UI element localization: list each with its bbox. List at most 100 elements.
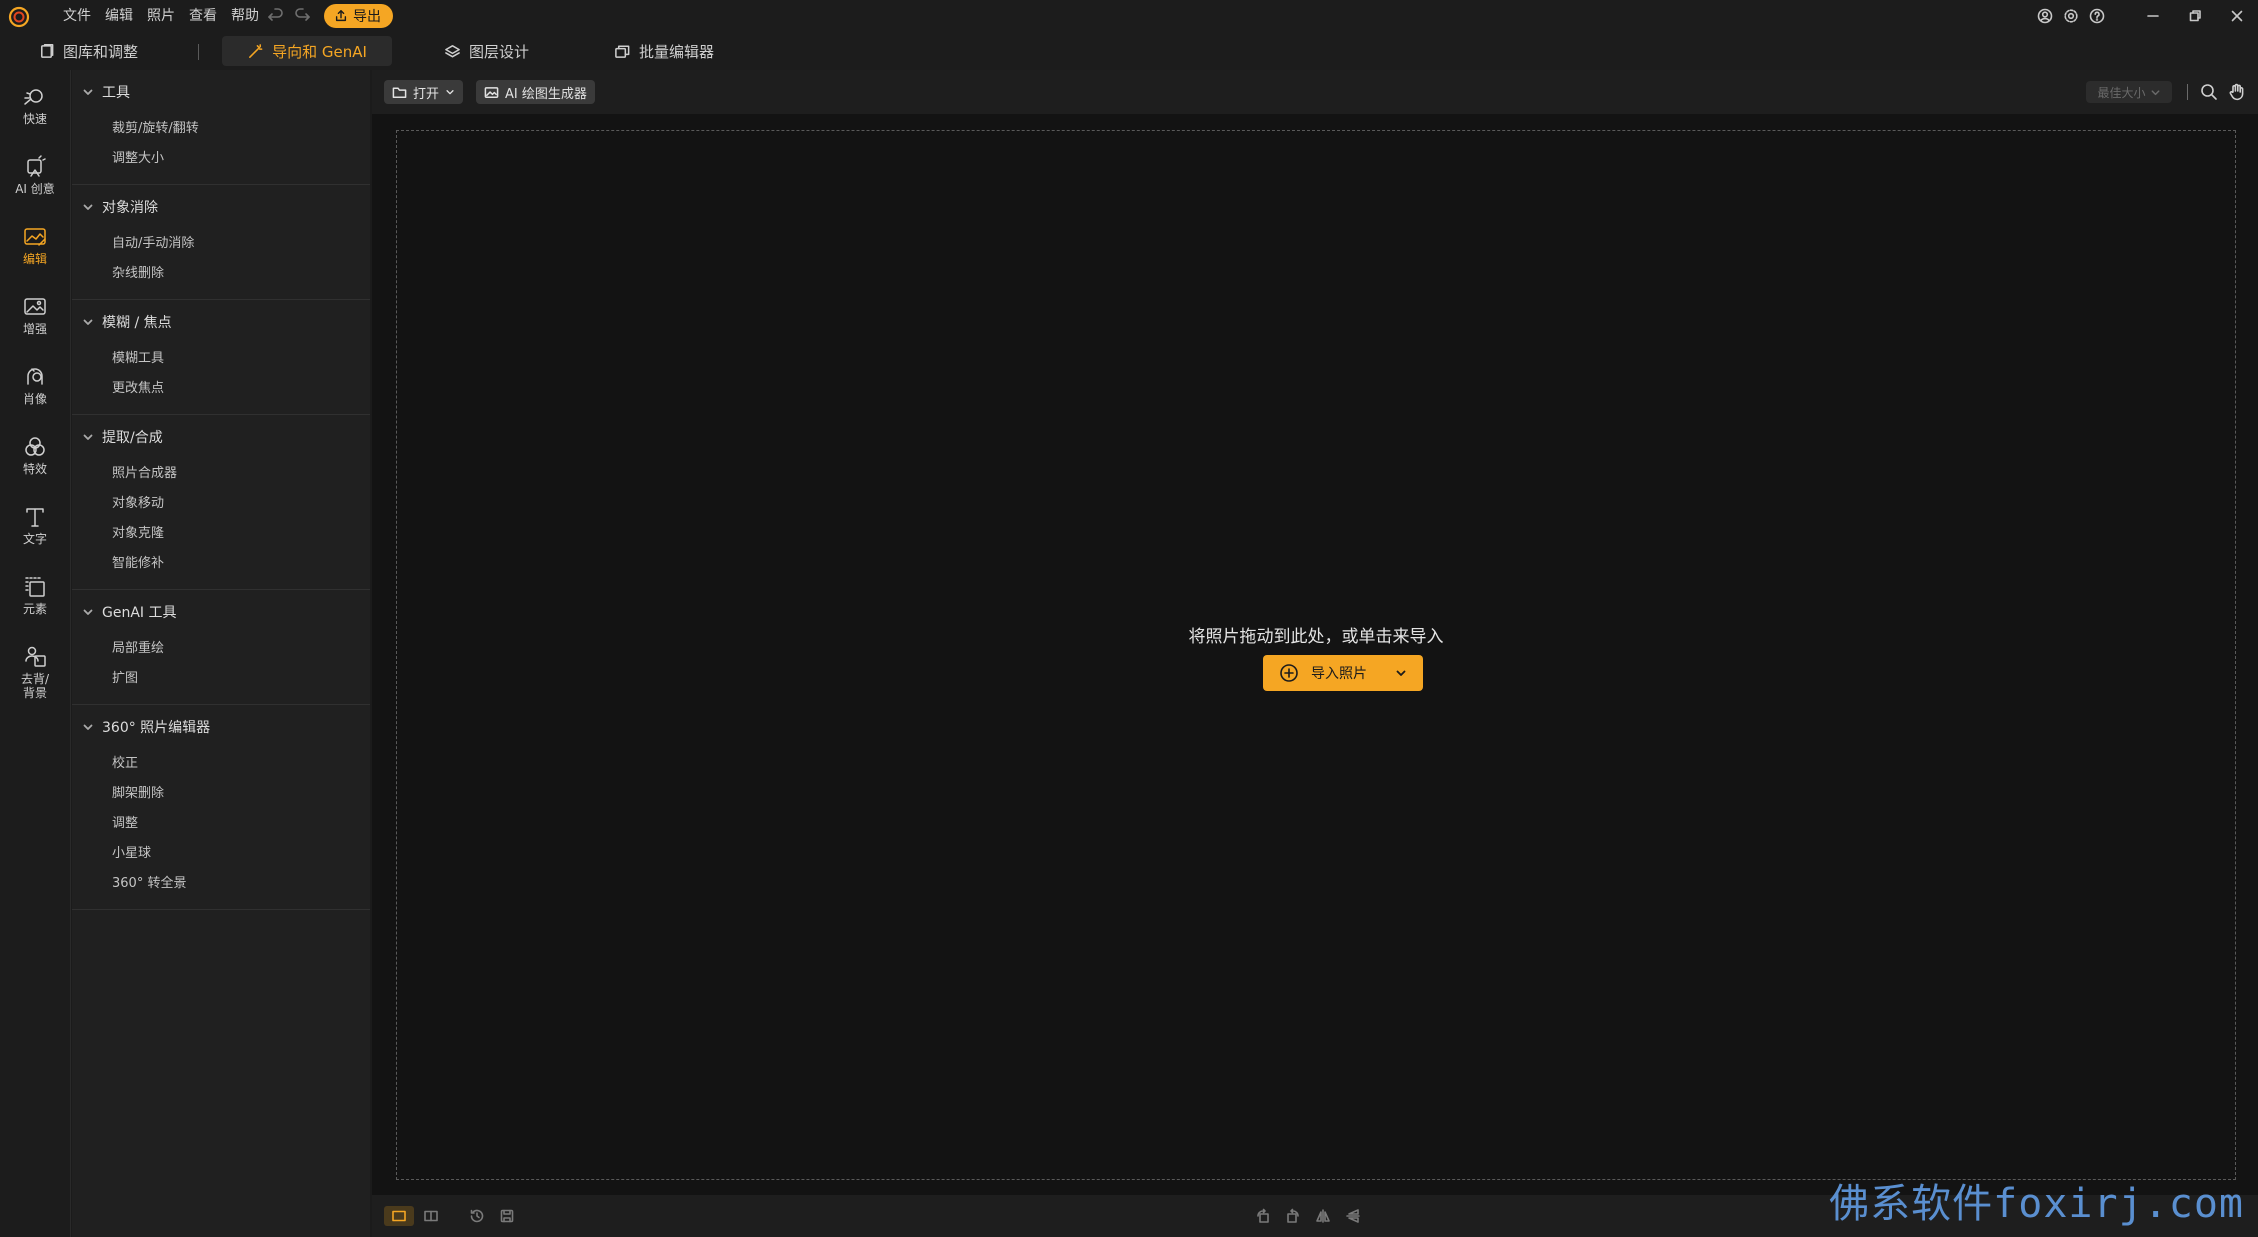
- tool-item[interactable]: 调整: [72, 809, 370, 839]
- snapshot-icon: [500, 1209, 514, 1223]
- account-button[interactable]: [2032, 0, 2058, 32]
- history-button[interactable]: [466, 1206, 488, 1226]
- flip-vertical-button[interactable]: [1342, 1206, 1364, 1226]
- compare-view-button[interactable]: [416, 1206, 446, 1226]
- tool-item[interactable]: 小星球: [72, 839, 370, 869]
- rail-item-ai-creative[interactable]: AI 创意: [0, 154, 70, 196]
- export-button[interactable]: 导出: [324, 4, 393, 28]
- edit-photo-icon: [24, 228, 46, 246]
- section-title: GenAI 工具: [102, 605, 177, 621]
- hand-pan-icon[interactable]: [2228, 83, 2246, 101]
- rotate-left-button[interactable]: [1252, 1206, 1274, 1226]
- tab-library[interactable]: 图库和调整: [38, 36, 138, 66]
- tool-item[interactable]: 局部重绘: [72, 634, 370, 664]
- restore-icon: [2189, 10, 2201, 22]
- tab-batch-label: 批量编辑器: [639, 42, 715, 61]
- rail-label: 元素: [22, 602, 47, 616]
- section-title: 360° 照片编辑器: [102, 720, 211, 736]
- section-header[interactable]: 模糊 / 焦点: [72, 300, 370, 344]
- tab-guided-genai[interactable]: 导向和 GenAI: [222, 36, 392, 66]
- tool-item[interactable]: 对象移动: [72, 489, 370, 519]
- rail-item-portrait[interactable]: 肖像: [0, 364, 70, 406]
- redo-icon[interactable]: [292, 6, 312, 26]
- section-title: 模糊 / 焦点: [102, 315, 172, 331]
- rail-label: 编辑: [22, 252, 47, 266]
- zoom-fit-select[interactable]: 最佳大小: [2086, 81, 2172, 103]
- left-icon-rail: 快速 AI 创意 编辑 增强 肖像 特效 文字 元素 去背/背景: [0, 70, 71, 1237]
- tab-library-label: 图库和调整: [63, 42, 139, 61]
- rail-item-quick[interactable]: 快速: [0, 84, 70, 126]
- tool-item[interactable]: 裁剪/旋转/翻转: [72, 114, 370, 144]
- chevron-down-icon: [83, 204, 93, 210]
- remove-background-icon: [25, 646, 46, 667]
- flip-horizontal-button[interactable]: [1312, 1206, 1334, 1226]
- tool-item[interactable]: 照片合成器: [72, 459, 370, 489]
- undo-icon[interactable]: [266, 6, 286, 26]
- compare-view-icon: [424, 1210, 438, 1222]
- menu-help[interactable]: 帮助: [224, 0, 266, 32]
- layers-icon: [445, 44, 460, 57]
- rotate-right-button[interactable]: [1282, 1206, 1304, 1226]
- menu-file[interactable]: 文件: [56, 0, 98, 32]
- import-photos-button[interactable]: 导入照片: [1263, 655, 1423, 691]
- drop-hint-text: 将照片拖动到此处，或单击来导入: [1188, 627, 1444, 647]
- tab-layers[interactable]: 图层设计: [444, 36, 529, 66]
- rotate-right-icon: [1287, 1208, 1299, 1223]
- section-header[interactable]: GenAI 工具: [72, 590, 370, 634]
- rail-item-enhance[interactable]: 增强: [0, 294, 70, 336]
- plus-circle-icon: [1280, 664, 1298, 682]
- ai-image-generator-button[interactable]: AI 绘图生成器: [476, 80, 595, 104]
- section-header[interactable]: 提取/合成: [72, 415, 370, 459]
- tab-batch-editor[interactable]: 批量编辑器: [614, 36, 714, 66]
- section-header[interactable]: 360° 照片编辑器: [72, 705, 370, 749]
- ai-image-icon: [484, 86, 499, 98]
- chevron-down-icon: [83, 609, 93, 615]
- close-icon: [2231, 10, 2243, 22]
- window-controls: [2032, 0, 2258, 32]
- chevron-down-icon: [2151, 89, 2159, 95]
- section-title: 工具: [102, 85, 130, 101]
- panel-section-extract-compose: 提取/合成 照片合成器 对象移动 对象克隆 智能修补: [72, 415, 370, 590]
- tool-item[interactable]: 脚架删除: [72, 779, 370, 809]
- tool-item[interactable]: 调整大小: [72, 144, 370, 174]
- tool-item[interactable]: 校正: [72, 749, 370, 779]
- tool-item[interactable]: 360° 转全景: [72, 869, 370, 899]
- menu-photo[interactable]: 照片: [140, 0, 182, 32]
- chevron-down-icon[interactable]: [1395, 667, 1407, 679]
- tool-item[interactable]: 更改焦点: [72, 374, 370, 404]
- single-view-button[interactable]: [384, 1206, 414, 1226]
- enhance-icon: [24, 298, 46, 315]
- menu-view[interactable]: 查看: [182, 0, 224, 32]
- menu-edit[interactable]: 编辑: [98, 0, 140, 32]
- chevron-down-icon: [83, 724, 93, 730]
- section-header[interactable]: 对象消除: [72, 185, 370, 229]
- rail-item-effects[interactable]: 特效: [0, 434, 70, 476]
- rail-item-elements[interactable]: 元素: [0, 574, 70, 616]
- app-logo-icon: [8, 6, 30, 28]
- tool-item[interactable]: 杂线删除: [72, 259, 370, 289]
- tool-item[interactable]: 模糊工具: [72, 344, 370, 374]
- rail-item-remove-background[interactable]: 去背/背景: [0, 644, 70, 700]
- magnifier-icon[interactable]: [2200, 83, 2218, 101]
- tool-item[interactable]: 扩图: [72, 664, 370, 694]
- snapshot-button[interactable]: [496, 1206, 518, 1226]
- tool-item[interactable]: 自动/手动消除: [72, 229, 370, 259]
- section-title: 对象消除: [102, 200, 158, 216]
- panel-section-360-editor: 360° 照片编辑器 校正 脚架删除 调整 小星球 360° 转全景: [72, 705, 370, 910]
- chevron-down-icon: [446, 90, 454, 95]
- single-view-icon: [392, 1210, 406, 1222]
- photo-drop-zone[interactable]: 将照片拖动到此处，或单击来导入 导入照片: [396, 130, 2236, 1180]
- settings-button[interactable]: [2058, 0, 2084, 32]
- rail-item-text[interactable]: 文字: [0, 504, 70, 546]
- open-button[interactable]: 打开: [384, 80, 464, 104]
- effects-icon: [25, 437, 45, 456]
- restore-button[interactable]: [2174, 0, 2216, 32]
- tool-item[interactable]: 智能修补: [72, 549, 370, 579]
- section-header[interactable]: 工具: [72, 70, 370, 114]
- help-button[interactable]: [2084, 0, 2110, 32]
- rail-item-edit[interactable]: 编辑: [0, 224, 70, 266]
- close-button[interactable]: [2216, 0, 2258, 32]
- minimize-button[interactable]: [2132, 0, 2174, 32]
- tool-item[interactable]: 对象克隆: [72, 519, 370, 549]
- toolbar-divider: [2187, 84, 2188, 100]
